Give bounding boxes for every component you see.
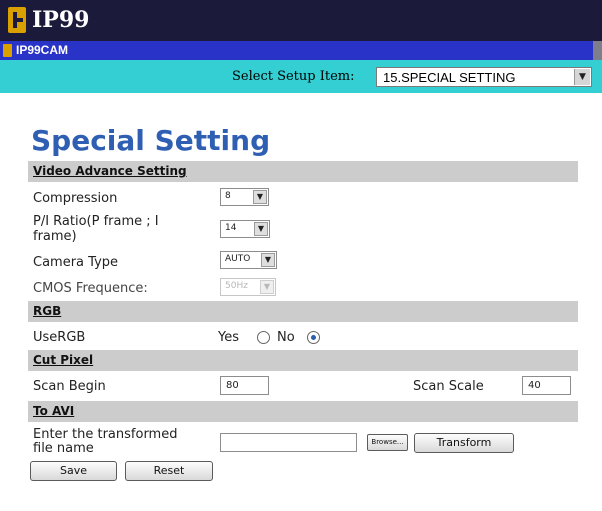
section-title: To AVI <box>33 404 75 418</box>
compression-row: Compression 8 ▼ <box>28 182 578 209</box>
cmos-frequence-value: 50Hz <box>225 281 248 291</box>
setup-item-select[interactable]: 15.SPECIAL SETTING ▼ <box>376 67 592 87</box>
pi-ratio-row: P/I Ratio(P frame ; I frame) 14 ▼ <box>28 209 578 248</box>
rgb-no-label: No <box>277 330 295 345</box>
setup-item-label: Select Setup Item: <box>232 69 355 84</box>
compression-select[interactable]: 8 ▼ <box>220 188 269 206</box>
rgb-yes-radio[interactable] <box>257 331 270 344</box>
use-rgb-row: UseRGB Yes No <box>28 322 578 350</box>
compression-value: 8 <box>225 191 231 201</box>
transform-button[interactable]: Transform <box>414 433 514 453</box>
save-button[interactable]: Save <box>30 461 117 481</box>
camera-type-value: AUTO <box>225 254 251 264</box>
brand-name: IP99 <box>32 7 90 33</box>
camera-icon <box>3 44 12 57</box>
chevron-down-icon[interactable]: ▼ <box>574 69 590 85</box>
cmos-frequence-row: CMOS Frequence: 50Hz ▼ <box>28 275 578 301</box>
compression-label: Compression <box>33 191 118 206</box>
chevron-down-icon: ▼ <box>253 190 267 204</box>
settings-form: Video Advance Setting Compression 8 ▼ P/… <box>28 161 578 483</box>
section-video-advance: Video Advance Setting <box>28 161 578 182</box>
rgb-no-radio[interactable] <box>307 331 320 344</box>
scan-begin-label: Scan Begin <box>33 379 106 394</box>
form-actions: Save Reset <box>28 459 578 483</box>
pi-ratio-label-line1: P/I Ratio(P frame ; I <box>33 214 159 229</box>
scan-begin-input[interactable]: 80 <box>220 376 269 395</box>
camera-type-select[interactable]: AUTO ▼ <box>220 251 277 269</box>
scan-scale-input[interactable]: 40 <box>522 376 571 395</box>
cmos-frequence-select: 50Hz ▼ <box>220 278 276 296</box>
browse-button[interactable]: Browse... <box>367 434 408 451</box>
section-to-avi: To AVI <box>28 401 578 422</box>
setup-item-value: 15.SPECIAL SETTING <box>383 70 516 85</box>
brand-logo: IP99 <box>8 6 89 34</box>
camera-bar: IP99CAM <box>0 41 602 60</box>
logo-mark-icon <box>8 7 26 33</box>
page-title: Special Setting <box>31 124 271 157</box>
setup-bar: Select Setup Item: 15.SPECIAL SETTING ▼ <box>0 60 602 93</box>
avi-filename-row: Enter the transformed file name Browse..… <box>28 422 578 459</box>
rgb-yes-label: Yes <box>218 330 239 345</box>
filename-label-line1: Enter the transformed <box>33 427 178 442</box>
section-cut-pixel: Cut Pixel <box>28 350 578 371</box>
app-header: IP99 <box>0 0 602 41</box>
camera-name[interactable]: IP99CAM <box>16 43 68 57</box>
scan-row: Scan Begin 80 Scan Scale 40 <box>28 371 578 401</box>
cmos-frequence-label: CMOS Frequence: <box>33 281 148 296</box>
chevron-down-icon: ▼ <box>260 280 274 294</box>
use-rgb-label: UseRGB <box>33 330 86 345</box>
camera-type-row: Camera Type AUTO ▼ <box>28 248 578 275</box>
pi-ratio-select[interactable]: 14 ▼ <box>220 220 270 238</box>
chevron-down-icon: ▼ <box>254 222 268 236</box>
filename-input[interactable] <box>220 433 357 452</box>
camera-type-label: Camera Type <box>33 255 119 270</box>
scroll-grip <box>593 41 602 60</box>
section-title: Video Advance Setting <box>33 164 187 178</box>
pi-ratio-label-line2: frame) <box>33 229 77 244</box>
scan-scale-label: Scan Scale <box>413 379 484 394</box>
pi-ratio-value: 14 <box>225 223 237 233</box>
section-title: RGB <box>33 304 62 318</box>
reset-button[interactable]: Reset <box>125 461 213 481</box>
section-rgb: RGB <box>28 301 578 322</box>
section-title: Cut Pixel <box>33 353 94 367</box>
chevron-down-icon: ▼ <box>261 253 275 267</box>
filename-label-line2: file name <box>33 441 94 456</box>
